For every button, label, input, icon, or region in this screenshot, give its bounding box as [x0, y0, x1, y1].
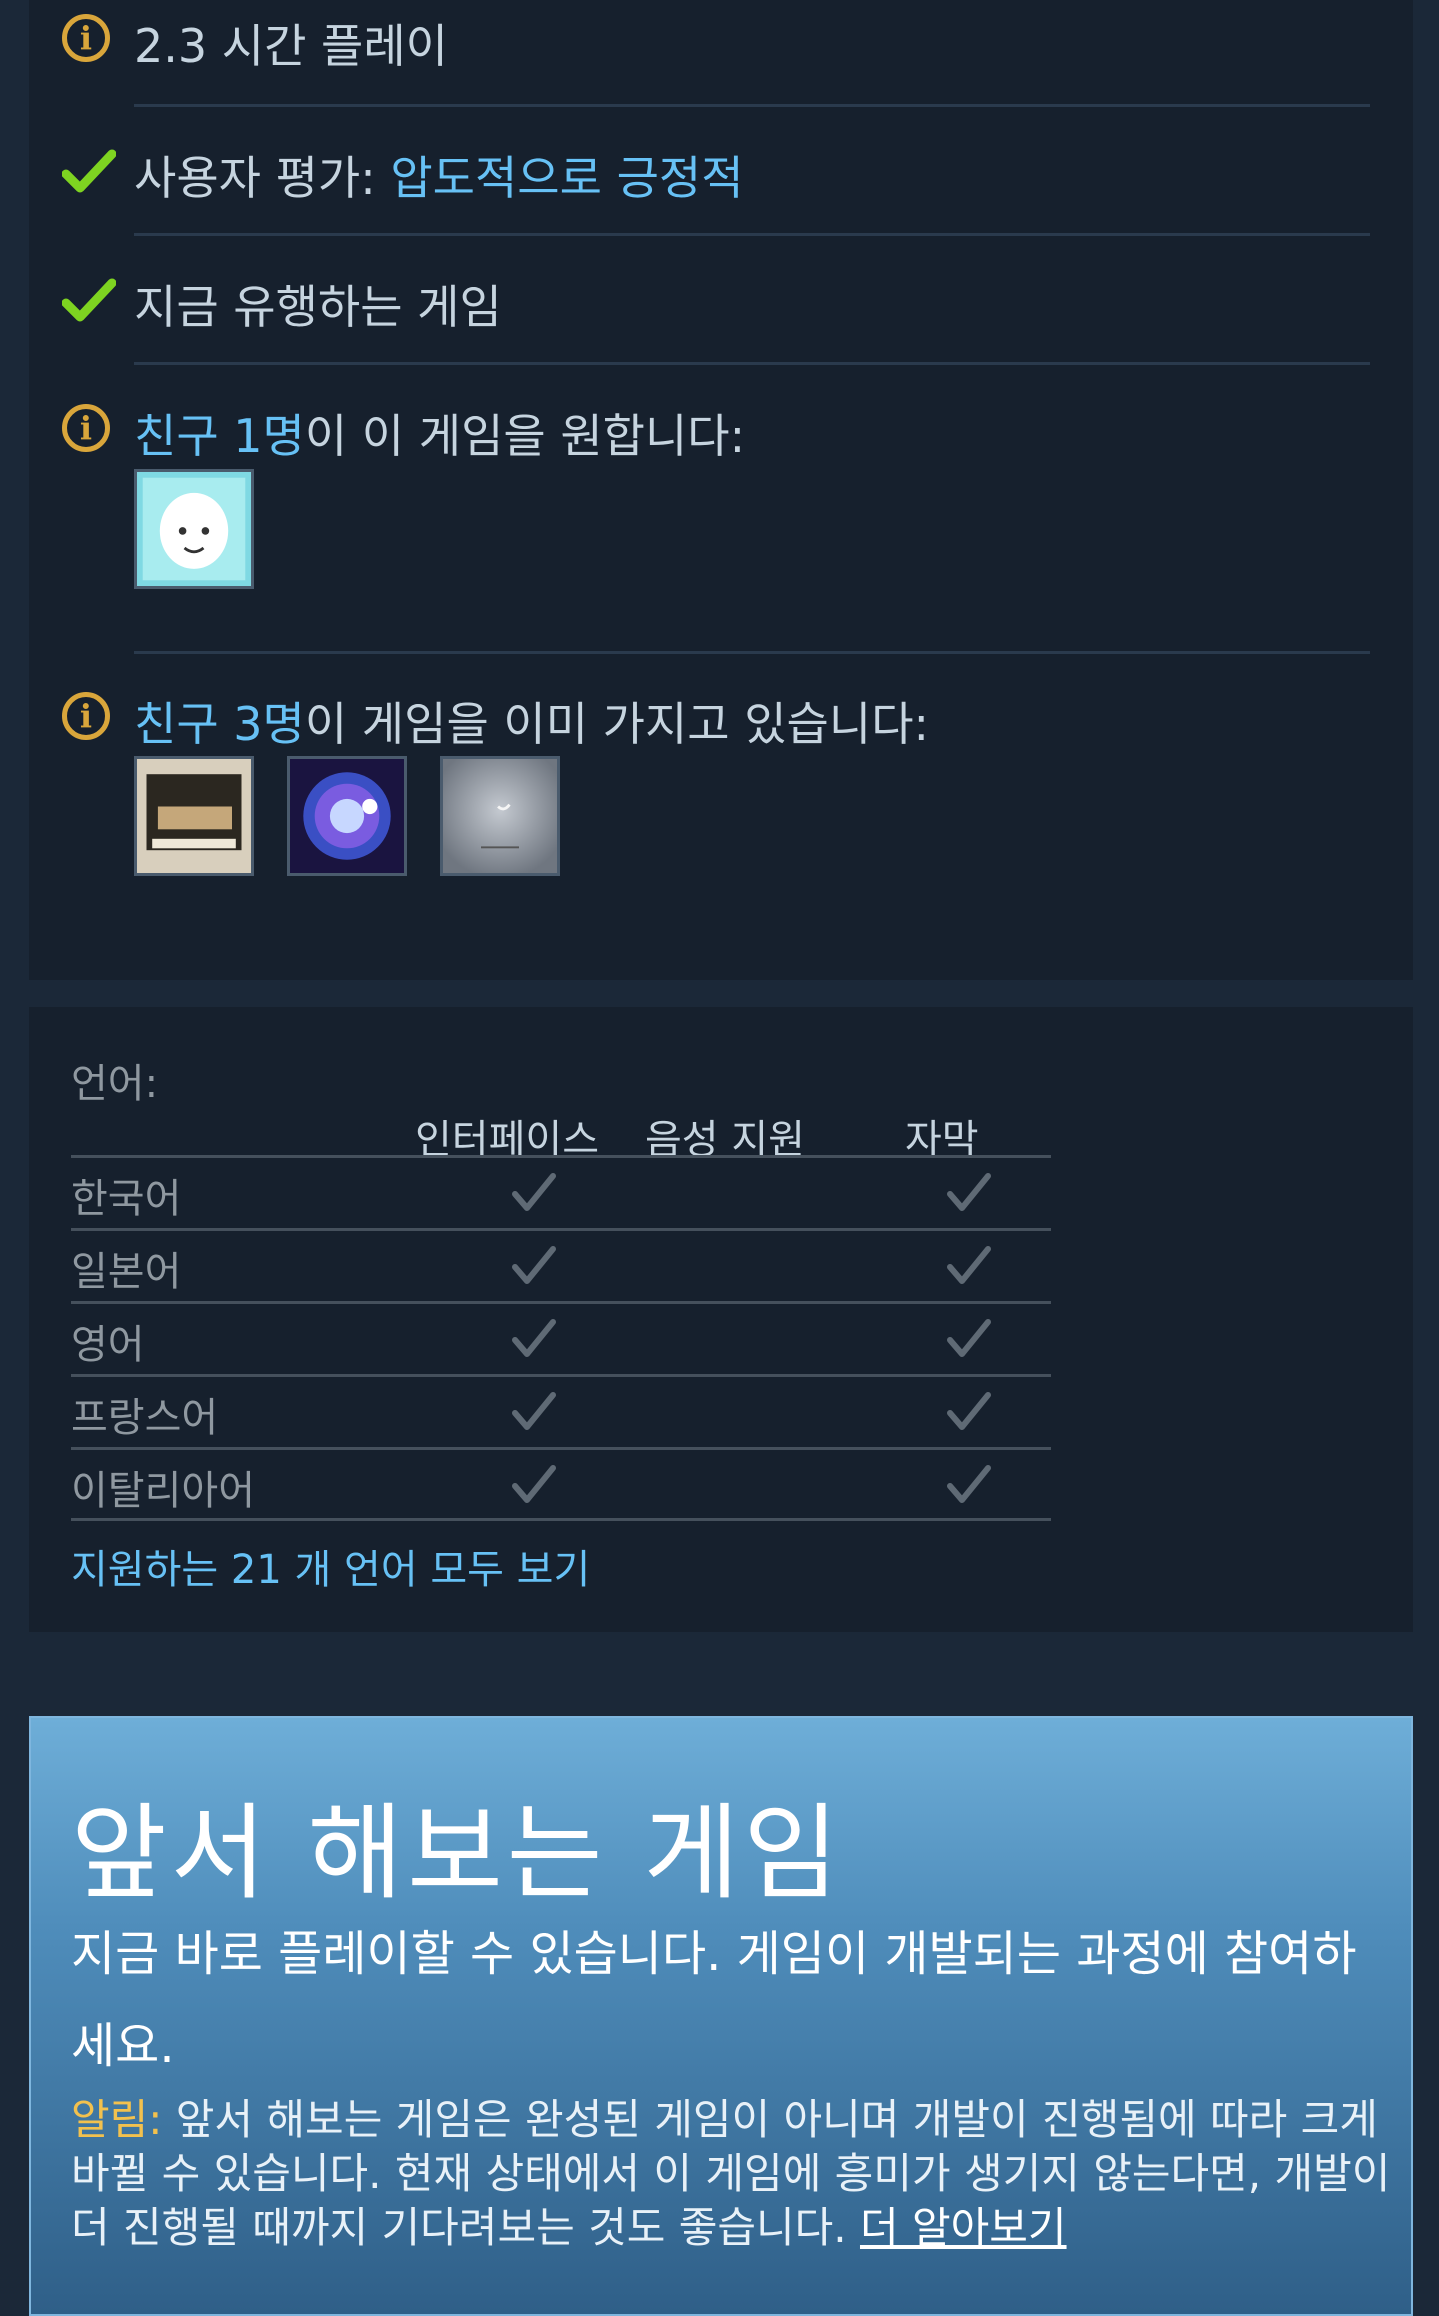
- friends-own-text: 친구 3명이 게임을 이미 가지고 있습니다:: [134, 688, 929, 754]
- language-checkmark-icon: [512, 1392, 556, 1430]
- language-checkmark-icon: [947, 1173, 991, 1211]
- language-row: 프랑스어: [71, 1374, 1051, 1449]
- divider: [134, 233, 1370, 236]
- language-name: 영어: [71, 1322, 145, 1368]
- language-row: 일본어: [71, 1228, 1051, 1303]
- languages-panel: 언어: 인터페이스 음성 지원 자막 한국어 일본어 영어 프랑스어 이탈리아어…: [29, 1007, 1413, 1632]
- early-access-subtitle: 지금 바로 플레이할 수 있습니다. 게임이 개발되는 과정에 참여하세요.: [71, 1926, 1357, 2074]
- early-access-panel: 앞서 해보는 게임 지금 바로 플레이할 수 있습니다. 게임이 개발되는 과정…: [29, 1716, 1413, 2316]
- trending-text: 지금 유행하는 게임: [134, 280, 502, 334]
- early-access-note: 알림: 앞서 해보는 게임은 완성된 게임이 아니며 개발이 진행됨에 따라 크…: [71, 2093, 1401, 2255]
- friend-avatar[interactable]: [287, 756, 407, 876]
- language-row: 이탈리아어: [71, 1447, 1051, 1522]
- playtime-text: 2.3 시간 플레이: [134, 19, 448, 73]
- friend-avatar[interactable]: [134, 756, 254, 876]
- language-checkmark-icon: [512, 1173, 556, 1211]
- language-name: 이탈리아어: [71, 1468, 255, 1514]
- divider: [134, 362, 1370, 365]
- divider: [71, 1518, 1051, 1521]
- language-checkmark-icon: [947, 1392, 991, 1430]
- checkmark-icon: [62, 149, 116, 193]
- all-languages-link[interactable]: 지원하는 21 개 언어 모두 보기: [71, 1537, 590, 1595]
- language-row: 한국어: [71, 1155, 1051, 1230]
- note-label: 알림:: [71, 2095, 176, 2144]
- divider: [134, 651, 1370, 654]
- language-name: 일본어: [71, 1249, 182, 1295]
- language-checkmark-icon: [512, 1319, 556, 1357]
- language-checkmark-icon: [947, 1465, 991, 1503]
- game-highlights-panel: i 2.3 시간 플레이 사용자 평가: 압도적으로 긍정적 지금 유행하는 게…: [29, 0, 1413, 980]
- friends-want-count-link[interactable]: 친구 1명: [134, 409, 305, 463]
- friends-want-text: 친구 1명이 이 게임을 원합니다:: [134, 400, 745, 466]
- language-checkmark-icon: [512, 1465, 556, 1503]
- note-text: 앞서 해보는 게임은 완성된 게임이 아니며 개발이 진행됨에 따라 크게 바뀔…: [71, 2095, 1391, 2252]
- friends-want-suffix: 이 이 게임을 원합니다:: [304, 409, 746, 463]
- review-value-link[interactable]: 압도적으로 긍정적: [390, 151, 743, 205]
- info-icon: i: [62, 692, 110, 740]
- info-icon: i: [62, 404, 110, 452]
- friends-own-count-link[interactable]: 친구 3명: [134, 697, 305, 751]
- divider: [134, 104, 1370, 107]
- learn-more-link[interactable]: 더 알아보기: [860, 2203, 1067, 2252]
- info-icon: i: [62, 14, 110, 62]
- friend-avatar[interactable]: [134, 469, 254, 589]
- checkmark-icon: [62, 278, 116, 322]
- friends-own-suffix: 이 게임을 이미 가지고 있습니다:: [304, 697, 930, 751]
- early-access-title: 앞서 해보는 게임: [71, 1792, 843, 1914]
- language-checkmark-icon: [947, 1246, 991, 1284]
- review-text: 사용자 평가: 압도적으로 긍정적: [134, 142, 744, 208]
- language-row: 영어: [71, 1301, 1051, 1376]
- language-checkmark-icon: [947, 1319, 991, 1357]
- review-label: 사용자 평가:: [134, 151, 391, 205]
- language-name: 한국어: [71, 1176, 182, 1222]
- friend-avatar[interactable]: [440, 756, 560, 876]
- languages-title: 언어:: [71, 1061, 159, 1107]
- language-name: 프랑스어: [71, 1395, 219, 1441]
- language-checkmark-icon: [512, 1246, 556, 1284]
